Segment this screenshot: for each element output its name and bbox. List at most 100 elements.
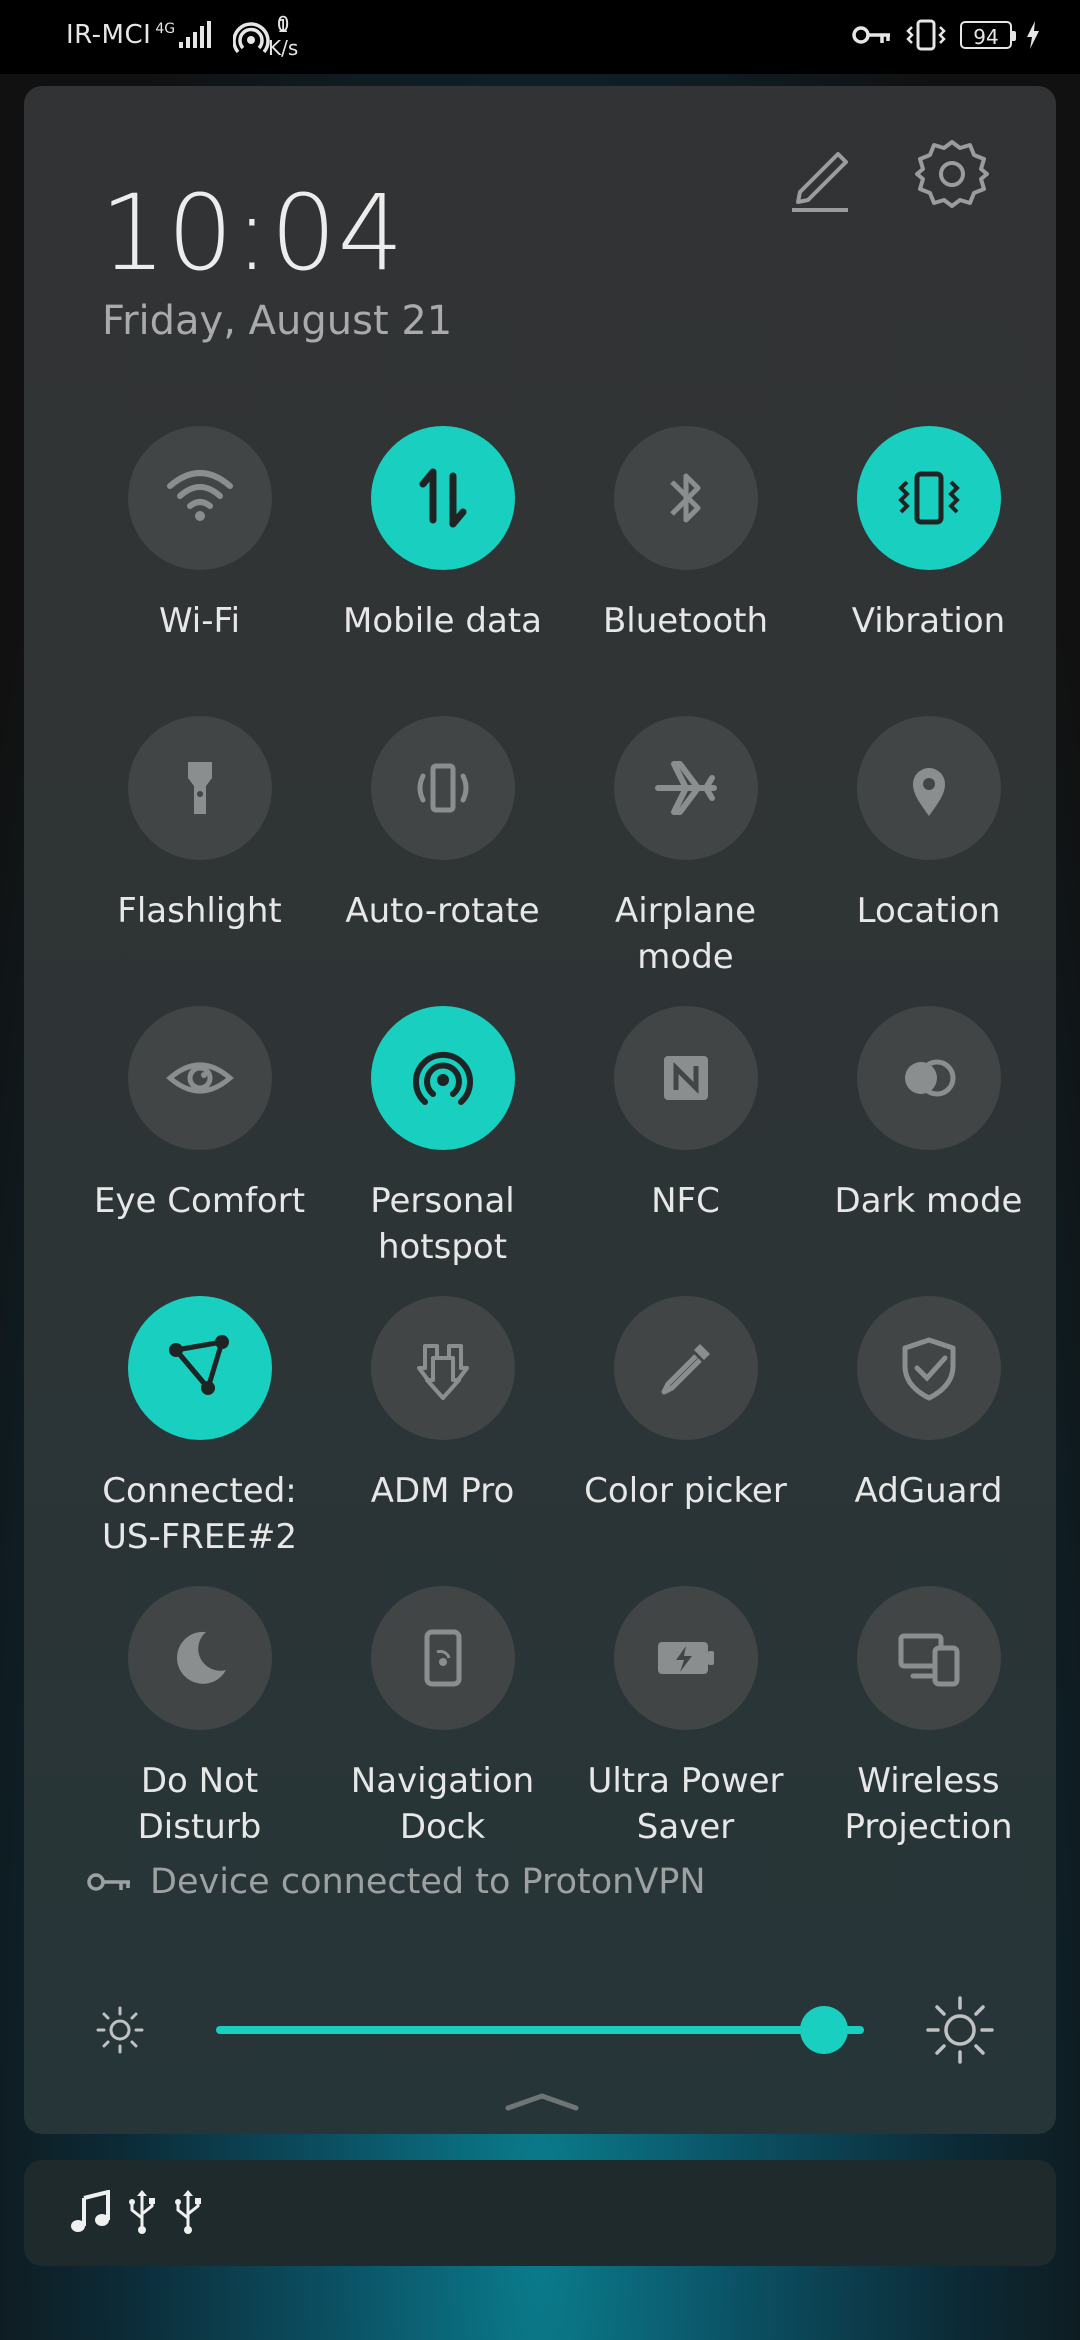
toggle-battery-bolt[interactable]: Ultra Power Saver xyxy=(564,1586,807,1850)
toggle-vibration[interactable]: Vibration xyxy=(807,426,1050,644)
battery-indicator: 94 xyxy=(960,21,1016,49)
gear-icon xyxy=(915,140,989,208)
toggle-button[interactable] xyxy=(127,1006,272,1150)
notification-icons-bar[interactable] xyxy=(24,2160,1056,2266)
eyedropper-icon xyxy=(661,1344,710,1395)
vpn-triangle-icon xyxy=(168,1335,229,1395)
toggle-label: Ultra Power Saver xyxy=(587,1761,784,1847)
toggle-button[interactable] xyxy=(613,1006,758,1150)
vpn-notice[interactable]: Device connected to ProtonVPN xyxy=(86,1862,706,1902)
network-type: 4G xyxy=(155,21,176,37)
usb-icon xyxy=(175,2190,201,2234)
toggle-button[interactable] xyxy=(613,1586,758,1730)
toggle-button[interactable] xyxy=(856,1586,1001,1730)
toggle-button[interactable] xyxy=(127,716,272,860)
toggle-label: Airplane mode xyxy=(614,891,756,977)
toggle-label: Wi-Fi xyxy=(158,601,241,641)
toggle-adm-download[interactable]: ADM Pro xyxy=(321,1296,564,1514)
toggle-mobile-data[interactable]: Mobile data xyxy=(321,426,564,644)
toggle-hotspot[interactable]: Personal hotspot xyxy=(321,1006,564,1270)
toggle-nfc[interactable]: NFC xyxy=(564,1006,807,1224)
toggle-button[interactable] xyxy=(370,1006,515,1150)
toggle-button[interactable] xyxy=(370,1296,515,1440)
toggle-airplane[interactable]: Airplane mode xyxy=(564,716,807,980)
network-speed: 0 K/s xyxy=(268,12,298,60)
toggle-label: Connected: US-FREE#2 xyxy=(101,1471,297,1557)
toggle-label: ADM Pro xyxy=(370,1471,515,1511)
toggle-label: Color picker xyxy=(584,1471,787,1511)
toggle-label: Dark mode xyxy=(834,1181,1023,1221)
toggle-bluetooth[interactable]: Bluetooth xyxy=(564,426,807,644)
toggle-button[interactable] xyxy=(370,716,515,860)
toggle-button[interactable] xyxy=(856,1006,1001,1150)
quick-settings-panel: 10:04 Friday, August 21 Wi-Fi Mobile data… xyxy=(24,86,1056,2134)
toggle-button[interactable] xyxy=(856,716,1001,860)
vpn-notice-text: Device connected to ProtonVPN xyxy=(150,1862,706,1902)
toggle-label: Location xyxy=(856,891,1001,931)
toggle-label: NFC xyxy=(651,1181,720,1221)
toggle-projection[interactable]: Wireless Projection xyxy=(807,1586,1050,1850)
vpn-key-icon xyxy=(852,26,890,44)
toggle-wifi[interactable]: Wi-Fi xyxy=(78,426,321,644)
toggle-flashlight[interactable]: Flashlight xyxy=(78,716,321,934)
signal-icon xyxy=(179,21,212,48)
toggle-button[interactable] xyxy=(856,426,1001,570)
collapse-chevron-icon[interactable] xyxy=(504,2090,580,2114)
toggle-button[interactable] xyxy=(613,1296,758,1440)
clock-date: Friday, August 21 xyxy=(102,298,453,344)
wifi-icon xyxy=(166,470,233,521)
toggle-label: Do Not Disturb xyxy=(137,1761,262,1847)
toggle-button[interactable] xyxy=(370,426,515,570)
brightness-slider-track[interactable] xyxy=(216,2026,864,2034)
brightness-slider-thumb[interactable] xyxy=(799,2006,848,2054)
projection-icon xyxy=(898,1633,959,1687)
brightness-high-icon xyxy=(926,1996,994,2064)
toggle-label: Auto-rotate xyxy=(345,891,540,931)
flashlight-icon xyxy=(187,762,212,814)
hotspot-icon xyxy=(412,1051,473,1105)
toggle-label: Navigation Dock xyxy=(350,1761,535,1847)
toggle-button[interactable] xyxy=(127,1296,272,1440)
toggle-button[interactable] xyxy=(370,1586,515,1730)
speed-value: 0 xyxy=(276,12,290,36)
toggle-vpn-triangle[interactable]: Connected: US-FREE#2 xyxy=(78,1296,321,1560)
dark-mode-icon xyxy=(904,1059,955,1097)
toggle-label: Personal hotspot xyxy=(370,1181,515,1267)
clock-time: 10:04 xyxy=(100,172,405,294)
location-pin-icon xyxy=(912,768,945,816)
toggle-shield-check[interactable]: AdGuard xyxy=(807,1296,1050,1514)
toggle-navigation-dock[interactable]: Navigation Dock xyxy=(321,1586,564,1850)
mobile-data-icon xyxy=(419,468,466,528)
toggle-dark-mode[interactable]: Dark mode xyxy=(807,1006,1050,1224)
pencil-icon xyxy=(792,152,848,212)
brightness-row xyxy=(24,1986,1056,2076)
toggle-label: AdGuard xyxy=(854,1471,1003,1511)
settings-button[interactable] xyxy=(910,132,994,216)
toggle-auto-rotate[interactable]: Auto-rotate xyxy=(321,716,564,934)
toggle-button[interactable] xyxy=(613,426,758,570)
vpn-key-icon xyxy=(87,1873,130,1891)
toggle-eye[interactable]: Eye Comfort xyxy=(78,1006,321,1224)
speed-unit: K/s xyxy=(268,36,299,60)
vibrate-status-icon xyxy=(906,19,946,51)
bluetooth-icon xyxy=(669,473,700,523)
edit-tiles-button[interactable] xyxy=(782,136,862,216)
toggle-button[interactable] xyxy=(127,426,272,570)
toggle-label: Vibration xyxy=(851,601,1006,641)
toggle-button[interactable] xyxy=(613,716,758,860)
music-note-icon xyxy=(71,2190,110,2232)
toggle-eyedropper[interactable]: Color picker xyxy=(564,1296,807,1514)
eye-icon xyxy=(165,1062,234,1094)
usb-icon xyxy=(129,2190,155,2234)
charging-bolt-icon xyxy=(1027,21,1039,49)
toggle-button[interactable] xyxy=(856,1296,1001,1440)
status-bar: IR-MCI 4G 1 0 K/s 94 xyxy=(0,0,1080,74)
toggle-button[interactable] xyxy=(127,1586,272,1730)
toggle-location-pin[interactable]: Location xyxy=(807,716,1050,934)
adm-download-icon xyxy=(416,1344,469,1400)
moon-icon xyxy=(176,1631,226,1684)
auto-rotate-icon xyxy=(417,763,468,813)
toggle-moon[interactable]: Do Not Disturb xyxy=(78,1586,321,1850)
toggle-label: Flashlight xyxy=(117,891,282,931)
toggle-label: Wireless Projection xyxy=(844,1761,1013,1847)
